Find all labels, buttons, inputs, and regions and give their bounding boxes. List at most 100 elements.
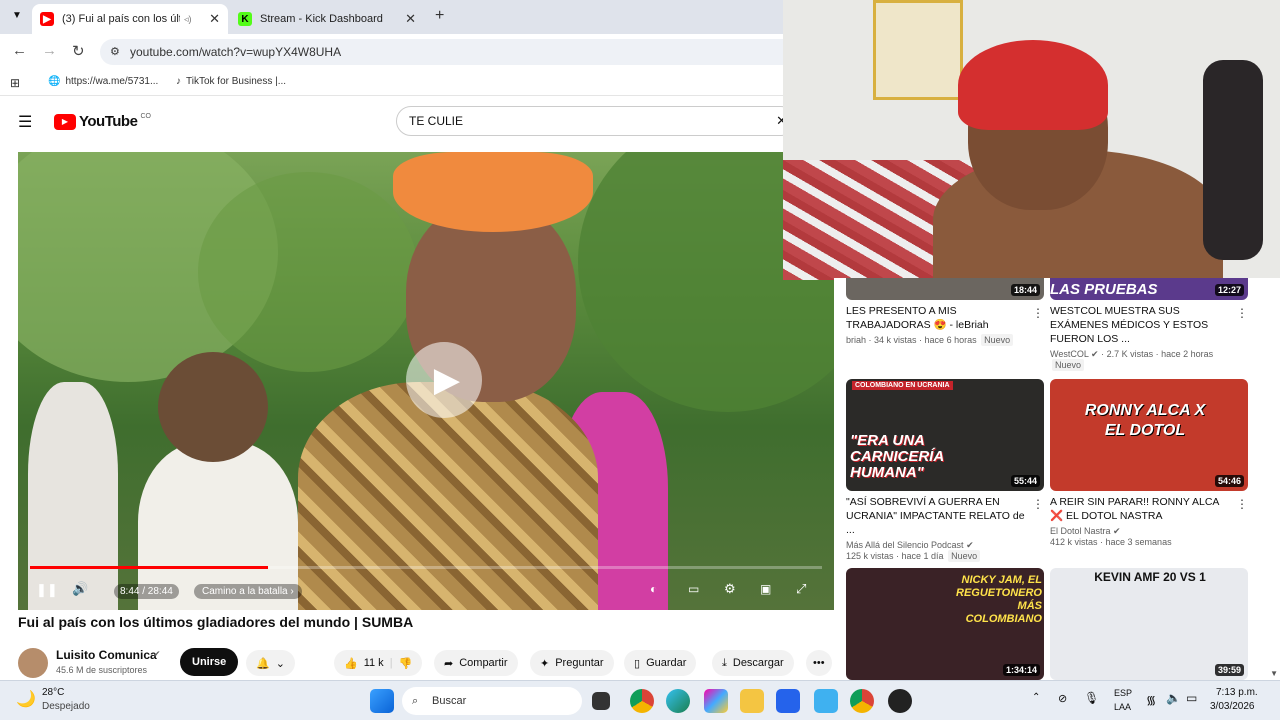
store-icon[interactable] xyxy=(776,689,800,713)
captions-icon[interactable]: ▭ xyxy=(688,582,699,596)
video-thumbnail[interactable]: KEVIN AMF 20 VS 1 39:59 xyxy=(1050,568,1248,680)
recommendation-card[interactable]: RONNY ALCA X EL DOTOL 54:46 A REIR SIN P… xyxy=(1050,379,1248,547)
download-button[interactable]: ⤓ Descargar xyxy=(712,650,794,676)
new-tab-icon[interactable]: + xyxy=(435,7,444,25)
chrome-active-icon[interactable] xyxy=(850,689,874,713)
youtube-logo[interactable]: ▶ YouTube CO xyxy=(54,113,151,130)
tab-youtube[interactable]: ▶ (3) Fui al país con los últim ◃) ✕ xyxy=(32,4,228,34)
site-info-icon[interactable]: ⚙ xyxy=(110,39,120,65)
video-thumbnail[interactable]: LAS PRUEBAS 12:27 xyxy=(1050,278,1248,300)
recommendation-card[interactable]: COLOMBIANO EN UCRANIA "ERA UNA CARNICERÍ… xyxy=(846,379,1044,562)
file-explorer-icon[interactable] xyxy=(740,689,764,713)
taskbar-search[interactable]: ⌕ Buscar xyxy=(402,687,582,715)
windows-start-icon[interactable] xyxy=(370,689,394,713)
wall-frame xyxy=(873,0,963,100)
like-dislike-group: 👍 11 k | 👎 xyxy=(334,650,423,676)
join-button[interactable]: Unirse xyxy=(180,648,239,676)
save-button[interactable]: ▯ Guardar xyxy=(624,650,697,676)
speaker-icon[interactable]: 🔈 xyxy=(1166,691,1181,705)
microphone-icon[interactable]: 🎙 xyxy=(1084,691,1099,705)
close-tab-icon[interactable]: ✕ xyxy=(209,11,220,27)
more-options-icon[interactable]: ⋮ xyxy=(1032,497,1044,511)
autoplay-toggle-icon[interactable]: ◐ xyxy=(650,582,657,596)
close-tab-icon[interactable]: ✕ xyxy=(405,11,416,27)
video-thumbnail[interactable]: COLOMBIANO EN UCRANIA "ERA UNA CARNICERÍ… xyxy=(846,379,1044,491)
settings-gear-icon[interactable]: ⚙ xyxy=(724,581,736,597)
youtube-header: ☰ ▶ YouTube CO TE CULIE ✕ xyxy=(0,98,840,146)
video-title-heading: Fui al país con los últimos gladiadores … xyxy=(18,614,414,630)
upload-age: hace 3 semanas xyxy=(1105,537,1172,547)
url-input[interactable]: ⚙ youtube.com/watch?v=wupYX4W8UHA xyxy=(100,39,800,65)
channel-name[interactable]: WestCOL xyxy=(1050,349,1089,359)
copilot-icon[interactable] xyxy=(704,689,728,713)
edge-icon[interactable] xyxy=(666,689,690,713)
task-view-icon[interactable] xyxy=(592,692,610,710)
view-count: 125 k vistas xyxy=(846,551,894,561)
pause-icon[interactable]: ❚❚ xyxy=(36,582,58,598)
video-player[interactable]: ▶ ❚❚ 🔊 8:44 / 28:44 Camino a la batalla … xyxy=(18,152,834,610)
video-thumbnail[interactable]: 18:44 xyxy=(846,278,1044,300)
wifi-icon[interactable]: ᯾ xyxy=(1146,691,1156,708)
channel-name[interactable]: briah xyxy=(846,335,866,345)
subscribe-bell-button[interactable]: 🔔 ⌄ xyxy=(246,650,295,676)
menu-icon[interactable]: ☰ xyxy=(18,112,32,132)
video-thumbnail[interactable]: NICKY JAM, EL REGUETONERO MÁS COLOMBIANO… xyxy=(846,568,1044,680)
thumbnail-top-text: COLOMBIANO EN UCRANIA xyxy=(852,381,953,390)
ask-button[interactable]: ✦ Preguntar xyxy=(530,650,614,676)
progress-bar[interactable] xyxy=(30,566,822,569)
more-options-icon[interactable]: ⋮ xyxy=(1236,306,1248,320)
share-button[interactable]: ➦ Compartir xyxy=(434,650,518,676)
like-icon[interactable]: 👍 xyxy=(344,657,358,670)
battery-icon[interactable]: ▭ xyxy=(1186,691,1197,705)
more-actions-button[interactable]: ••• xyxy=(806,650,832,676)
notepad-icon[interactable] xyxy=(814,689,838,713)
dislike-icon[interactable]: 👎 xyxy=(399,657,413,670)
apps-grid-icon[interactable]: ⊞ xyxy=(10,76,20,90)
video-title[interactable]: WESTCOL MUESTRA SUS EXÁMENES MÉDICOS Y E… xyxy=(1050,304,1248,346)
tab-search-chevron-icon[interactable]: ▼ xyxy=(12,10,22,21)
channel-name[interactable]: Luisito Comunica xyxy=(56,648,157,662)
search-value: TE CULIE xyxy=(409,114,464,128)
back-icon[interactable]: ← xyxy=(12,42,27,59)
search-input[interactable]: TE CULIE ✕ xyxy=(396,106,796,136)
fullscreen-icon[interactable]: ⤢ xyxy=(796,581,806,597)
video-title[interactable]: LES PRESENTO A MIS TRABAJADORAS 😍 - leBr… xyxy=(846,304,1044,332)
video-title[interactable]: A REIR SIN PARAR!! RONNY ALCA ❌ EL DOTOL… xyxy=(1050,495,1248,523)
bell-icon: 🔔 xyxy=(256,657,270,670)
bookmark-tiktok[interactable]: ♪ TikTok for Business |... xyxy=(176,76,286,87)
clock-date[interactable]: 3/03/2026 xyxy=(1210,701,1255,712)
chapter-button[interactable]: Camino a la batalla › xyxy=(194,584,302,599)
tray-overflow-icon[interactable]: ⌃ xyxy=(1032,692,1040,703)
input-language[interactable]: ESP xyxy=(1114,688,1132,698)
reload-icon[interactable]: ↻ xyxy=(72,42,85,60)
search-icon: ⌕ xyxy=(412,695,419,707)
clock-time[interactable]: 7:13 p.m. xyxy=(1216,687,1258,698)
like-count[interactable]: 11 k xyxy=(364,657,384,669)
channel-name[interactable]: Más Allá del Silencio Podcast xyxy=(846,540,964,550)
video-title[interactable]: "ASÍ SOBREVIVÍ A GUERRA EN UCRANIA" IMPA… xyxy=(846,495,1044,537)
bookmark-wa[interactable]: 🌐 https://wa.me/5731... xyxy=(48,76,158,87)
play-overlay-button[interactable]: ▶ xyxy=(406,342,482,418)
forward-icon[interactable]: → xyxy=(42,42,57,59)
audio-icon[interactable]: ◃) xyxy=(184,14,192,25)
more-options-icon[interactable]: ⋮ xyxy=(1236,497,1248,511)
obs-icon[interactable] xyxy=(888,689,912,713)
video-meta: Más Allá del Silencio Podcast ✔ 125 k vi… xyxy=(846,540,1044,562)
weather-temp[interactable]: 28°C xyxy=(42,687,64,698)
recommendation-card[interactable]: KEVIN AMF 20 VS 1 39:59 xyxy=(1050,568,1248,680)
scroll-down-icon[interactable]: ▼ xyxy=(1270,669,1278,678)
volume-icon[interactable]: 🔊 xyxy=(72,581,88,597)
miniplayer-icon[interactable]: ▣ xyxy=(760,582,771,596)
video-thumbnail[interactable]: RONNY ALCA X EL DOTOL 54:46 xyxy=(1050,379,1248,491)
recommendation-card[interactable]: LAS PRUEBAS 12:27 WESTCOL MUESTRA SUS EX… xyxy=(1050,278,1248,371)
tray-icon[interactable]: ⊘ xyxy=(1058,692,1067,705)
more-options-icon[interactable]: ⋮ xyxy=(1032,306,1044,320)
recommendation-card[interactable]: 18:44 LES PRESENTO A MIS TRABAJADORAS 😍 … xyxy=(846,278,1044,346)
tab-kick[interactable]: K Stream - Kick Dashboard ✕ xyxy=(230,4,424,34)
weather-desc[interactable]: Despejado xyxy=(42,701,90,712)
recommendation-card[interactable]: NICKY JAM, EL REGUETONERO MÁS COLOMBIANO… xyxy=(846,568,1044,680)
input-language-layout[interactable]: LAA xyxy=(1114,702,1131,712)
channel-name[interactable]: El Dotol Nastra xyxy=(1050,526,1111,536)
chrome-icon[interactable] xyxy=(630,689,654,713)
channel-avatar[interactable] xyxy=(18,648,48,678)
